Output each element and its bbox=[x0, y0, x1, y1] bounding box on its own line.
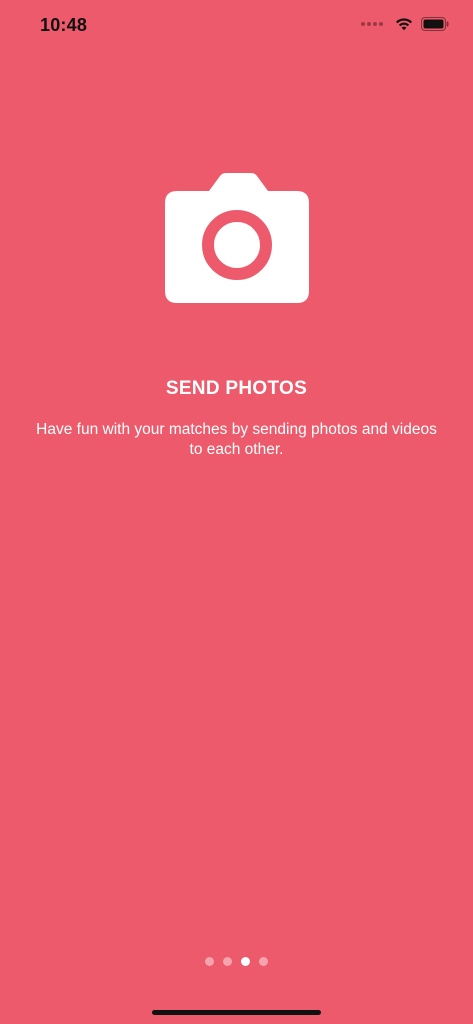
page-dot-2[interactable] bbox=[223, 957, 232, 966]
wifi-icon bbox=[395, 17, 413, 31]
onboarding-title: SEND PHOTOS bbox=[165, 378, 308, 399]
battery-icon bbox=[421, 17, 449, 31]
page-dot-4[interactable] bbox=[259, 957, 268, 966]
home-indicator[interactable] bbox=[152, 1010, 321, 1015]
cellular-signal-icon bbox=[361, 22, 383, 26]
page-dot-3[interactable] bbox=[241, 957, 250, 966]
status-icons bbox=[361, 17, 449, 31]
page-indicator[interactable] bbox=[0, 957, 473, 966]
status-bar: 10:48 bbox=[0, 0, 473, 50]
status-time: 10:48 bbox=[40, 15, 88, 35]
camera-icon bbox=[165, 173, 309, 303]
onboarding-description: Have fun with your matches by sending ph… bbox=[36, 421, 437, 458]
page-dot-1[interactable] bbox=[205, 957, 214, 966]
